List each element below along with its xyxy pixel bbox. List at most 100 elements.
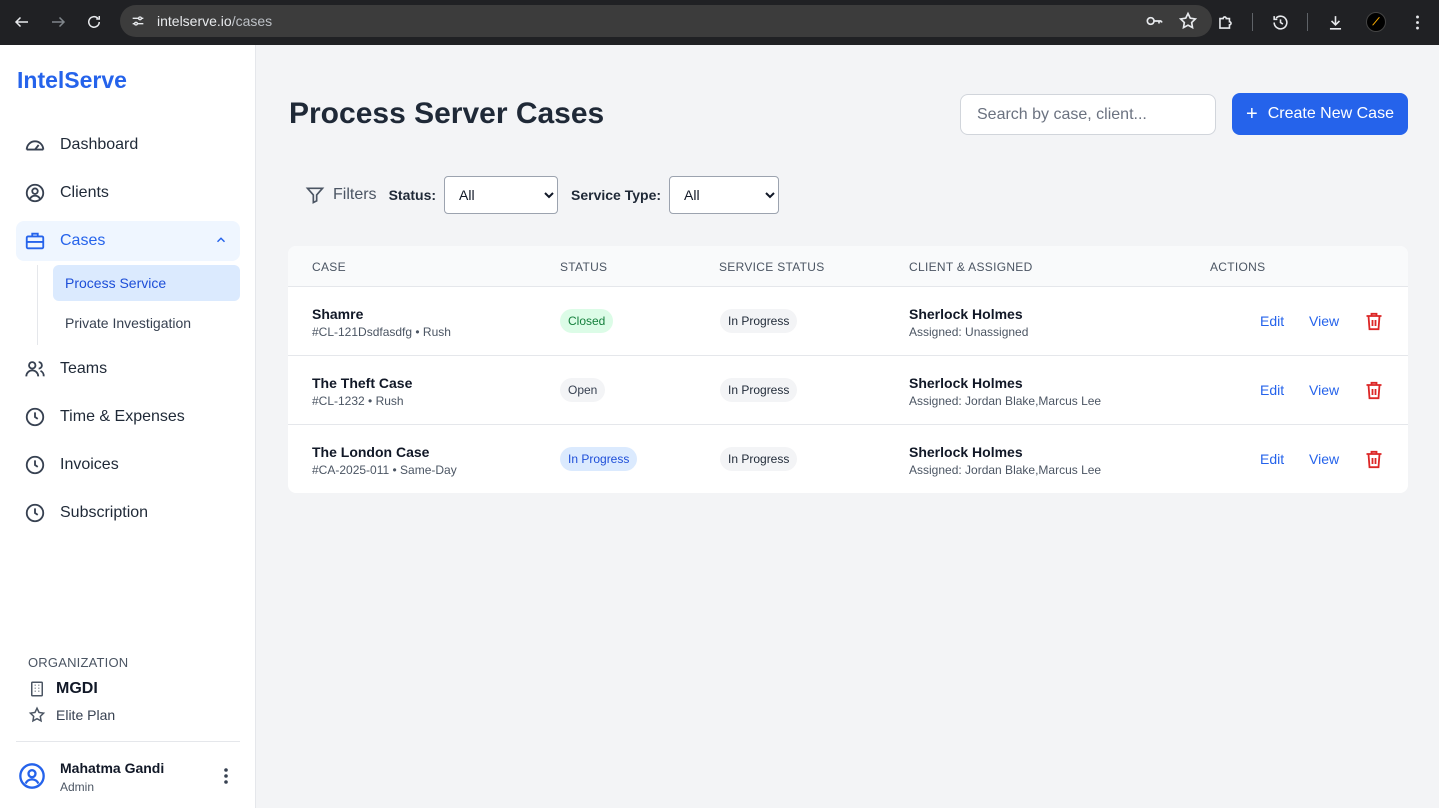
- extensions-icon[interactable]: [1211, 8, 1239, 36]
- clock-icon: [24, 454, 46, 476]
- toolbar-divider: [1252, 13, 1253, 31]
- column-header-actions: ACTIONS: [1210, 260, 1266, 274]
- service-status-badge: In Progress: [720, 378, 798, 402]
- column-header-case: CASE: [312, 260, 346, 274]
- client-name: Sherlock Holmes: [909, 306, 1023, 322]
- user-avatar-icon[interactable]: [18, 762, 46, 790]
- sidebar-item-label: Subscription: [60, 504, 149, 521]
- filters-bar: Filters Status: All Service Type: All: [305, 176, 780, 214]
- case-title: The London Case: [312, 444, 430, 460]
- user-menu-icon[interactable]: [218, 767, 234, 785]
- status-filter-select[interactable]: All: [444, 176, 559, 214]
- sidebar-divider: [16, 741, 240, 742]
- reload-icon[interactable]: [76, 4, 112, 40]
- trash-icon[interactable]: [1365, 381, 1383, 400]
- cases-table: CASE STATUS SERVICE STATUS CLIENT & ASSI…: [288, 246, 1408, 493]
- assigned-text: Assigned: Unassigned: [909, 325, 1029, 339]
- plus-icon: +: [1246, 103, 1258, 125]
- trash-icon[interactable]: [1365, 450, 1383, 469]
- table-header: CASE STATUS SERVICE STATUS CLIENT & ASSI…: [288, 246, 1408, 287]
- url-host: intelserve.io: [157, 13, 232, 29]
- status-badge: Open: [560, 378, 606, 402]
- url-text[interactable]: intelserve.io/cases: [157, 13, 272, 29]
- table-row: The London Case #CA-2025-011 • Same-Day …: [288, 425, 1408, 493]
- password-key-icon[interactable]: [1144, 11, 1164, 36]
- building-icon: [28, 680, 46, 698]
- profile-icon: ⟋: [1366, 12, 1386, 32]
- bookmark-star-icon[interactable]: [1178, 11, 1198, 36]
- case-title: The Theft Case: [312, 375, 413, 391]
- star-icon: [28, 706, 46, 724]
- search-input[interactable]: [960, 94, 1216, 135]
- table-row: Shamre #CL-121Dsdfasdfg • Rush Closed In…: [288, 287, 1408, 356]
- sidebar-item-invoices[interactable]: Invoices: [16, 445, 240, 485]
- status-badge: Closed: [560, 309, 614, 333]
- briefcase-icon: [24, 230, 46, 252]
- chevron-up-icon[interactable]: [214, 233, 228, 247]
- sidebar-item-label: Invoices: [60, 456, 119, 473]
- case-meta: #CL-121Dsdfasdfg • Rush: [312, 325, 451, 339]
- sidebar-item-subscription[interactable]: Subscription: [16, 493, 240, 533]
- service-type-filter-select[interactable]: All: [669, 176, 780, 214]
- profile-avatar[interactable]: ⟋: [1362, 8, 1390, 36]
- column-header-status: STATUS: [560, 260, 608, 274]
- clock-icon: [24, 406, 46, 428]
- brand-logo[interactable]: IntelServe: [17, 67, 127, 94]
- table-row: The Theft Case #CL-1232 • Rush Open In P…: [288, 356, 1408, 425]
- edit-link[interactable]: Edit: [1260, 451, 1284, 467]
- sidebar-item-label: Dashboard: [60, 136, 139, 153]
- sidebar-item-time-expenses[interactable]: Time & Expenses: [16, 397, 240, 437]
- assigned-text: Assigned: Jordan Blake,Marcus Lee: [909, 463, 1102, 477]
- sidebar-item-label: Cases: [60, 232, 106, 249]
- sidebar-item-label: Clients: [60, 184, 109, 201]
- case-meta: #CL-1232 • Rush: [312, 394, 404, 408]
- organization-plan-row: Elite Plan: [28, 706, 115, 724]
- url-path: /cases: [231, 13, 273, 29]
- service-type-filter-label: Service Type:: [571, 187, 662, 203]
- subitem-label: Private Investigation: [65, 315, 192, 331]
- gauge-icon: [24, 134, 46, 156]
- column-header-service-status: SERVICE STATUS: [719, 260, 825, 274]
- create-button-label: Create New Case: [1267, 105, 1394, 122]
- create-new-case-button[interactable]: + Create New Case: [1232, 93, 1408, 135]
- client-name: Sherlock Holmes: [909, 375, 1023, 391]
- organization-name: MGDI: [56, 680, 98, 697]
- user-name: Mahatma Gandi: [60, 760, 165, 776]
- sidebar-subitem-private-investigation[interactable]: Private Investigation: [53, 305, 240, 341]
- browser-menu-icon[interactable]: [1403, 8, 1431, 36]
- column-header-client-assigned: CLIENT & ASSIGNED: [909, 260, 1033, 274]
- toolbar-divider: [1307, 13, 1308, 31]
- users-icon: [24, 358, 46, 380]
- sidebar-item-label: Teams: [60, 360, 108, 377]
- edit-link[interactable]: Edit: [1260, 382, 1284, 398]
- trash-icon[interactable]: [1365, 312, 1383, 331]
- forward-icon[interactable]: [40, 4, 76, 40]
- filters-label: Filters: [333, 186, 377, 203]
- view-link[interactable]: View: [1309, 382, 1339, 398]
- address-bar[interactable]: intelserve.io/cases: [120, 5, 1212, 37]
- edit-link[interactable]: Edit: [1260, 313, 1284, 329]
- site-settings-icon[interactable]: [128, 11, 148, 31]
- sidebar-subitem-process-service[interactable]: Process Service: [53, 265, 240, 301]
- browser-toolbar: intelserve.io/cases ⟋: [0, 0, 1439, 45]
- back-icon[interactable]: [4, 4, 40, 40]
- case-title: Shamre: [312, 306, 364, 322]
- sidebar-item-cases[interactable]: Cases: [16, 221, 240, 261]
- assigned-text: Assigned: Jordan Blake,Marcus Lee: [909, 394, 1102, 408]
- sidebar-item-dashboard[interactable]: Dashboard: [16, 125, 240, 165]
- subnav-line: [37, 265, 38, 345]
- sidebar-item-clients[interactable]: Clients: [16, 173, 240, 213]
- sidebar-item-label: Time & Expenses: [60, 408, 185, 425]
- user-role: Admin: [60, 780, 95, 794]
- view-link[interactable]: View: [1309, 313, 1339, 329]
- download-icon[interactable]: [1321, 8, 1349, 36]
- organization-heading: ORGANIZATION: [28, 655, 129, 670]
- sidebar-item-teams[interactable]: Teams: [16, 349, 240, 389]
- status-badge: In Progress: [560, 447, 638, 471]
- service-status-badge: In Progress: [720, 447, 798, 471]
- history-icon[interactable]: [1266, 8, 1294, 36]
- organization-name-row: MGDI: [28, 680, 98, 698]
- status-filter-label: Status:: [388, 187, 437, 203]
- clock-icon: [24, 502, 46, 524]
- view-link[interactable]: View: [1309, 451, 1339, 467]
